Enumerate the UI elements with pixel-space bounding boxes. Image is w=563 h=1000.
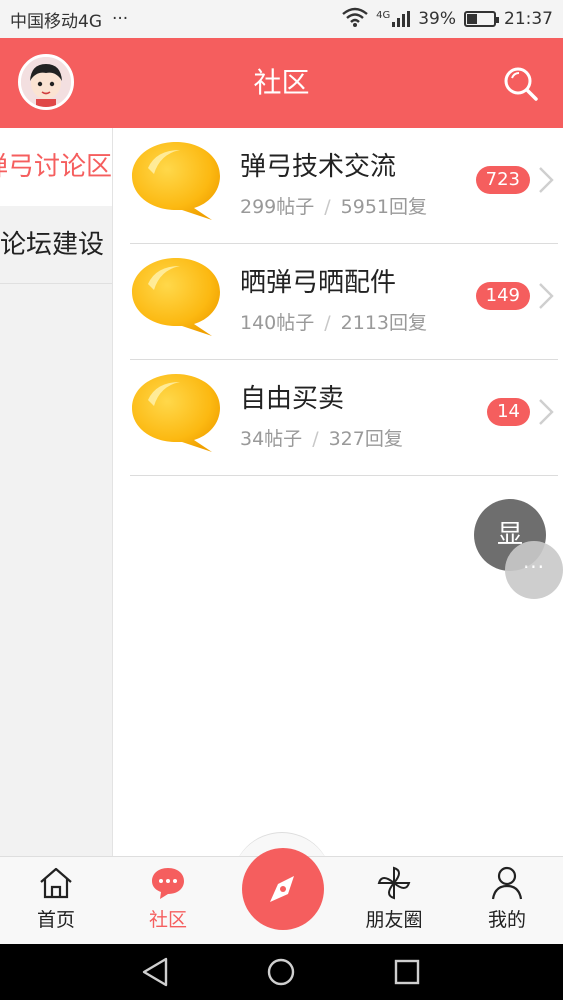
- home-icon: [40, 867, 72, 899]
- battery-percent: 39%: [418, 9, 456, 29]
- chevron-right-icon: [539, 283, 554, 309]
- list-item[interactable]: 弹弓技术交流 299帖子 / 5951回复 723: [130, 128, 558, 244]
- category-sidebar: 弹弓讨论区 论坛建设: [0, 128, 113, 856]
- chat-bubble-icon: [152, 868, 184, 899]
- list-item[interactable]: 自由买卖 34帖子 / 327回复 14: [130, 360, 558, 476]
- category-item-active[interactable]: 弹弓讨论区: [0, 128, 112, 206]
- tab-discover-button[interactable]: [242, 848, 324, 930]
- reply-count: 327回复: [328, 428, 403, 450]
- forum-stats: 299帖子 / 5951回复: [240, 192, 427, 219]
- speech-bubble-icon: [130, 370, 222, 454]
- wifi-icon: [342, 7, 368, 32]
- tab-label: 首页: [36, 909, 75, 931]
- avatar[interactable]: [18, 54, 74, 110]
- category-item[interactable]: 论坛建设: [0, 206, 112, 284]
- system-nav-bar: [0, 944, 563, 1000]
- post-count: 140帖子: [240, 312, 315, 334]
- person-icon: [491, 866, 523, 900]
- back-icon[interactable]: [138, 956, 172, 988]
- tab-label: 我的: [487, 909, 526, 931]
- list-item[interactable]: 晒弹弓晒配件 140帖子 / 2113回复 149: [130, 244, 558, 360]
- forum-name: 自由买卖: [240, 384, 345, 414]
- tab-label: 社区: [148, 909, 187, 931]
- category-label: 论坛建设: [0, 230, 105, 260]
- reply-count: 2113回复: [340, 312, 428, 334]
- reply-count: 5951回复: [340, 196, 428, 218]
- new-count-badge: 14: [487, 398, 530, 426]
- post-count: 299帖子: [240, 196, 315, 218]
- chevron-right-icon: [539, 167, 554, 193]
- new-count-badge: 723: [475, 166, 530, 194]
- tab-community[interactable]: 社区: [112, 857, 224, 945]
- avatar-face-icon: [21, 57, 71, 107]
- stats-separator: /: [324, 312, 331, 334]
- new-count-badge: 149: [475, 282, 530, 310]
- speech-bubble-icon: [130, 254, 222, 338]
- stats-separator: /: [312, 428, 319, 450]
- forum-name: 弹弓技术交流: [240, 152, 397, 182]
- battery-level: [467, 14, 477, 24]
- compass-icon: [270, 876, 294, 902]
- tab-me[interactable]: 我的: [451, 857, 563, 945]
- floating-more-button[interactable]: ···: [505, 541, 563, 599]
- app-header: 社区: [0, 38, 563, 128]
- battery-icon: [464, 11, 499, 27]
- stats-separator: /: [324, 196, 331, 218]
- search-icon: [504, 67, 538, 101]
- tab-home[interactable]: 首页: [0, 857, 112, 945]
- forum-list: 弹弓技术交流 299帖子/5951回复 723 晒弹弓晒配件 140帖子 / 2…: [130, 128, 558, 476]
- forum-name: 晒弹弓晒配件: [240, 268, 397, 298]
- recents-icon[interactable]: [390, 956, 424, 988]
- chevron-right-icon: [539, 399, 554, 425]
- clock: 21:37: [504, 9, 553, 29]
- status-bar: 中国移动4G ··· 4G 39% 21:37: [0, 0, 563, 38]
- tab-label: 朋友圈: [365, 909, 423, 931]
- status-dots: ···: [112, 9, 129, 29]
- tab-moments[interactable]: 朋友圈: [338, 857, 450, 945]
- network-type: 4G: [376, 10, 391, 21]
- pinwheel-icon: [377, 866, 411, 900]
- carrier-label: 中国移动4G: [10, 11, 102, 32]
- search-button[interactable]: [501, 64, 541, 104]
- category-label: 弹弓讨论区: [0, 152, 112, 182]
- signal-icon: 4G: [376, 10, 411, 27]
- forum-stats: 34帖子 / 327回复: [240, 424, 403, 451]
- page-title: 社区: [253, 66, 310, 99]
- post-count: 34帖子: [240, 428, 303, 450]
- forum-stats: 140帖子 / 2113回复: [240, 308, 427, 335]
- home-circle-icon[interactable]: [264, 956, 298, 988]
- speech-bubble-icon: [130, 138, 222, 222]
